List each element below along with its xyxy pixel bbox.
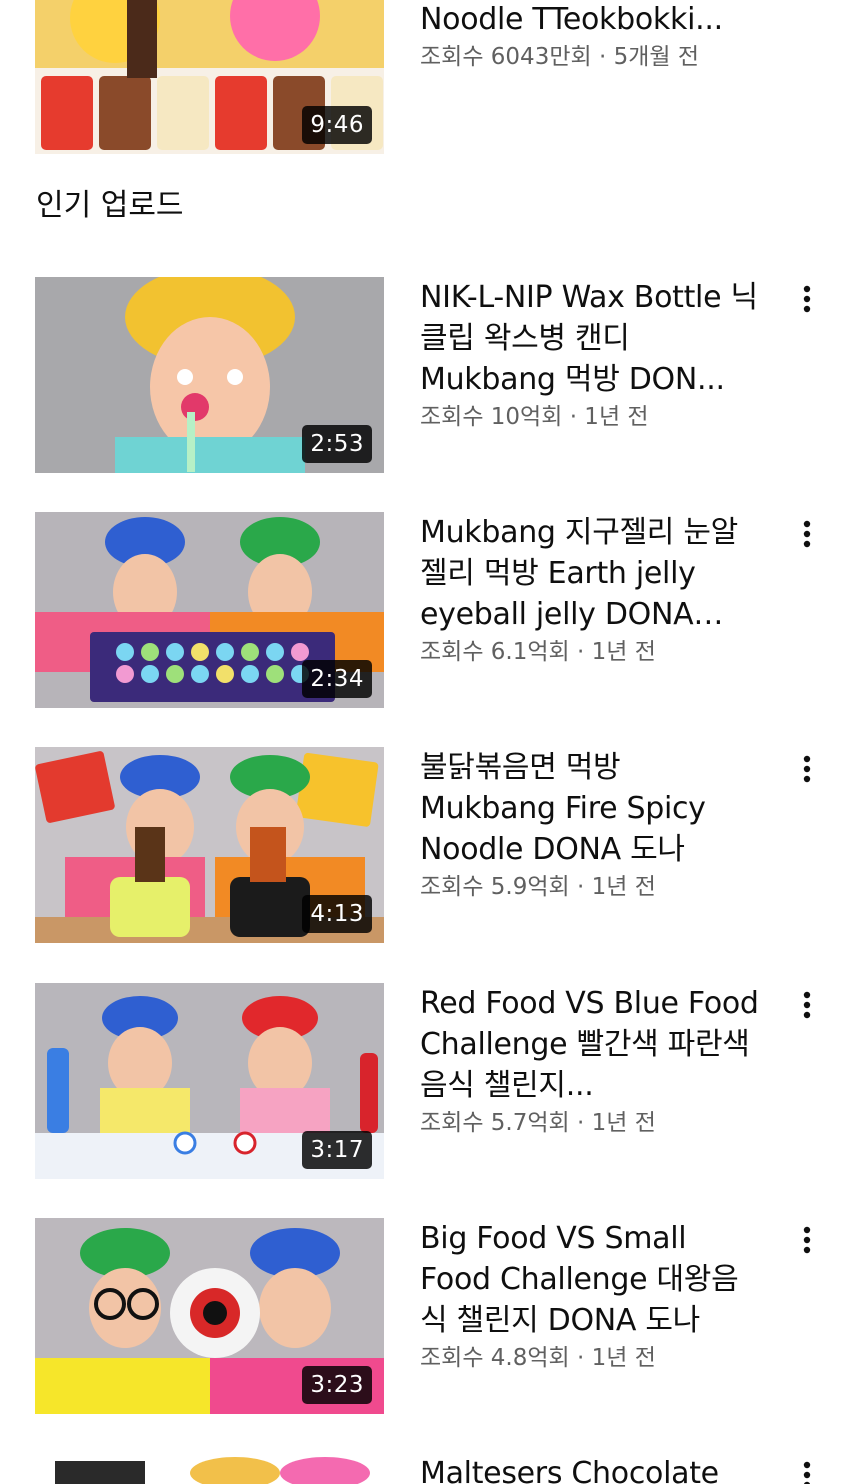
video-thumbnail[interactable]: 2:34: [35, 512, 384, 708]
video-thumbnail[interactable]: 3:23: [35, 1218, 384, 1414]
video-meta: 조회수 6.1억회 · 1년 전: [420, 639, 656, 665]
video-item[interactable]: 3:17 Red Food VS Blue Food Challenge 빨간색…: [0, 983, 850, 1179]
more-vert-icon[interactable]: [790, 279, 824, 319]
thumbnail-image: [35, 1453, 384, 1484]
video-title[interactable]: NIK-L-NIP Wax Bottle 닉클립 왁스병 캔디 Mukbang …: [420, 277, 760, 400]
video-duration: 3:17: [302, 1131, 372, 1169]
video-meta: 조회수 6043만회 · 5개월 전: [420, 44, 700, 70]
video-item[interactable]: 3:23 Big Food VS Small Food Challenge 대왕…: [0, 1218, 850, 1414]
video-item[interactable]: 4:13 불닭볶음면 먹방 Mukbang Fire Spicy Noodle …: [0, 747, 850, 943]
more-vert-icon[interactable]: [790, 514, 824, 554]
video-info: Red Food VS Blue Food Challenge 빨간색 파란색 …: [420, 983, 760, 1139]
video-title[interactable]: Red Food VS Blue Food Challenge 빨간색 파란색 …: [420, 983, 760, 1106]
video-thumbnail[interactable]: 3:17: [35, 983, 384, 1179]
video-meta: 조회수 5.9억회 · 1년 전: [420, 874, 656, 900]
video-thumbnail[interactable]: 9:46: [35, 0, 384, 154]
video-info: Mukbang 지구젤리 눈알젤리 먹방 Earth jelly eyeball…: [420, 512, 760, 668]
video-title[interactable]: 불닭볶음면 먹방 Mukbang Fire Spicy Noodle DONA …: [420, 747, 760, 870]
video-duration: 3:23: [302, 1366, 372, 1404]
more-vert-icon[interactable]: [790, 985, 824, 1025]
video-info: 불닭볶음면 먹방 Mukbang Fire Spicy Noodle DONA …: [420, 747, 760, 903]
video-meta: 조회수 4.8억회 · 1년 전: [420, 1345, 656, 1371]
video-meta: 조회수 5.7억회 · 1년 전: [420, 1110, 656, 1136]
video-item-top[interactable]: 9:46 이 짜장면 먹방 Black Noodle TTeokbokki...…: [0, 0, 850, 154]
video-thumbnail[interactable]: 2:53: [35, 277, 384, 473]
more-vert-icon[interactable]: [790, 1455, 824, 1484]
video-info: 이 짜장면 먹방 Black Noodle TTeokbokki... 조회수 …: [420, 0, 760, 73]
video-info: Maltesers Chocolate: [420, 1453, 760, 1484]
video-title[interactable]: Maltesers Chocolate: [420, 1453, 760, 1484]
more-vert-icon[interactable]: [790, 749, 824, 789]
more-vert-icon[interactable]: [790, 1220, 824, 1260]
video-duration: 9:46: [302, 106, 372, 144]
video-item[interactable]: 2:34 Mukbang 지구젤리 눈알젤리 먹방 Earth jelly ey…: [0, 512, 850, 708]
section-title: 인기 업로드: [36, 188, 184, 223]
video-title[interactable]: Mukbang 지구젤리 눈알젤리 먹방 Earth jelly eyeball…: [420, 512, 760, 635]
video-duration: 2:34: [302, 660, 372, 698]
video-title[interactable]: 이 짜장면 먹방 Black Noodle TTeokbokki...: [420, 0, 760, 40]
video-duration: 4:13: [302, 895, 372, 933]
video-duration: 2:53: [302, 425, 372, 463]
video-info: NIK-L-NIP Wax Bottle 닉클립 왁스병 캔디 Mukbang …: [420, 277, 760, 433]
video-item[interactable]: 2:53 NIK-L-NIP Wax Bottle 닉클립 왁스병 캔디 Muk…: [0, 277, 850, 473]
video-meta: 조회수 10억회 · 1년 전: [420, 404, 649, 430]
video-title[interactable]: Big Food VS Small Food Challenge 대왕음식 챌린…: [420, 1218, 760, 1341]
video-info: Big Food VS Small Food Challenge 대왕음식 챌린…: [420, 1218, 760, 1374]
video-item[interactable]: Maltesers Chocolate: [0, 1453, 850, 1484]
video-thumbnail[interactable]: 4:13: [35, 747, 384, 943]
video-thumbnail[interactable]: [35, 1453, 384, 1484]
